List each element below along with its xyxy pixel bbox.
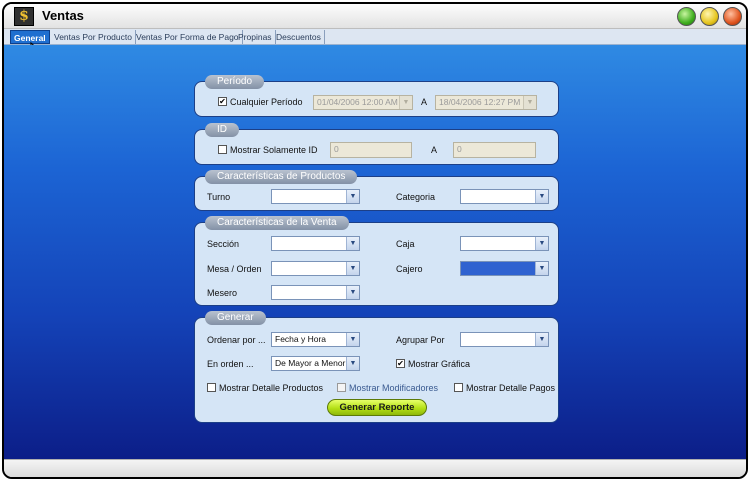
detalle-pagos-checkbox[interactable] xyxy=(454,383,463,392)
venta-group: Características de la Venta Sección ▼ Ca… xyxy=(194,216,559,306)
chevron-down-icon: ▼ xyxy=(535,237,548,250)
chevron-down-icon: ▼ xyxy=(346,357,359,370)
chevron-down-icon: ▼ xyxy=(346,262,359,275)
detalle-pagos-label: Mostrar Detalle Pagos xyxy=(466,383,556,393)
mostrar-grafica-checkbox[interactable]: ✔ xyxy=(396,359,405,368)
periodo-legend: Período xyxy=(205,75,265,89)
ventas-window: $ Ventas General Ventas Por Producto Ven… xyxy=(2,2,748,479)
modificadores-checkbox[interactable] xyxy=(337,383,346,392)
ordenar-por-value: Fecha y Hora xyxy=(275,334,327,344)
ordenar-por-label: Ordenar por ... xyxy=(207,335,266,345)
caja-label: Caja xyxy=(396,239,415,249)
mesa-orden-label: Mesa / Orden xyxy=(207,264,262,274)
mesero-label: Mesero xyxy=(207,288,238,298)
id-to-label: A xyxy=(431,145,438,155)
chevron-down-icon: ▼ xyxy=(346,286,359,299)
seccion-label: Sección xyxy=(207,239,240,249)
tab-propinas[interactable]: Propinas xyxy=(235,30,276,44)
cajero-label: Cajero xyxy=(396,264,423,274)
seccion-select[interactable]: ▼ xyxy=(271,236,360,251)
generar-reporte-button[interactable]: Generar Reporte xyxy=(327,399,427,416)
categoria-select[interactable]: ▼ xyxy=(460,189,549,204)
productos-group: Características de Productos Turno ▼ Cat… xyxy=(194,170,559,211)
ordenar-por-select[interactable]: Fecha y Hora ▼ xyxy=(271,332,360,347)
id-to-input[interactable]: 0 xyxy=(453,142,536,158)
id-legend: ID xyxy=(205,123,239,137)
period-to-label: A xyxy=(421,97,428,107)
chevron-down-icon: ▼ xyxy=(535,190,548,203)
report-content: Período ✔ Cualquier Período 01/04/2006 1… xyxy=(4,45,746,459)
mostrar-grafica-label: Mostrar Gráfica xyxy=(408,359,471,369)
window-red-button[interactable] xyxy=(723,7,742,26)
id-group: ID Mostrar Solamente ID 0 A 0 xyxy=(194,123,559,165)
venta-legend: Características de la Venta xyxy=(205,216,349,230)
only-id-label: Mostrar Solamente ID xyxy=(230,145,318,155)
chevron-down-icon: ▼ xyxy=(346,190,359,203)
chevron-down-icon: ▼ xyxy=(346,237,359,250)
en-orden-label: En orden ... xyxy=(207,359,254,369)
period-to-select[interactable]: 18/04/2006 12:27 PM ▼ xyxy=(435,95,537,110)
window-yellow-button[interactable] xyxy=(700,7,719,26)
en-orden-value: De Mayor a Menor xyxy=(275,358,346,368)
tab-descuentos[interactable]: Descuentos xyxy=(273,30,325,44)
any-period-label: Cualquier Período xyxy=(230,97,303,107)
turno-select[interactable]: ▼ xyxy=(271,189,360,204)
agrupar-por-select[interactable]: ▼ xyxy=(460,332,549,347)
app-dollar-icon: $ xyxy=(14,7,34,26)
caja-select[interactable]: ▼ xyxy=(460,236,549,251)
en-orden-select[interactable]: De Mayor a Menor ▼ xyxy=(271,356,360,371)
mesero-select[interactable]: ▼ xyxy=(271,285,360,300)
generar-legend: Generar xyxy=(205,311,266,325)
categoria-label: Categoria xyxy=(396,192,436,202)
periodo-group: Período ✔ Cualquier Período 01/04/2006 1… xyxy=(194,75,559,117)
chevron-down-icon: ▼ xyxy=(399,96,412,109)
cajero-select[interactable]: ▼ xyxy=(460,261,549,276)
tab-bar: General Ventas Por Producto Ventas Por F… xyxy=(4,29,746,45)
detalle-productos-checkbox[interactable] xyxy=(207,383,216,392)
window-title: Ventas xyxy=(42,8,84,23)
period-from-select[interactable]: 01/04/2006 12:00 AM ▼ xyxy=(313,95,413,110)
productos-legend: Características de Productos xyxy=(205,170,358,184)
generar-group: Generar Ordenar por ... Fecha y Hora ▼ A… xyxy=(194,311,559,423)
only-id-checkbox[interactable] xyxy=(218,145,227,154)
mesa-orden-select[interactable]: ▼ xyxy=(271,261,360,276)
any-period-checkbox[interactable]: ✔ xyxy=(218,97,227,106)
tab-ventas-por-forma-de-pago[interactable]: Ventas Por Forma de Pago xyxy=(133,30,243,44)
turno-label: Turno xyxy=(207,192,231,202)
window-green-button[interactable] xyxy=(677,7,696,26)
chevron-down-icon: ▼ xyxy=(346,333,359,346)
chevron-down-icon: ▼ xyxy=(535,262,548,275)
id-from-input[interactable]: 0 xyxy=(330,142,412,158)
period-from-value: 01/04/2006 12:00 AM xyxy=(317,97,398,107)
agrupar-por-label: Agrupar Por xyxy=(396,335,445,345)
chevron-down-icon: ▼ xyxy=(523,96,536,109)
title-bar: $ Ventas xyxy=(4,4,746,29)
tab-ventas-por-producto[interactable]: Ventas Por Producto xyxy=(51,30,136,44)
status-bar xyxy=(4,459,746,477)
modificadores-label: Mostrar Modificadores xyxy=(349,383,439,393)
chevron-down-icon: ▼ xyxy=(535,333,548,346)
detalle-productos-label: Mostrar Detalle Productos xyxy=(219,383,324,393)
period-to-value: 18/04/2006 12:27 PM xyxy=(439,97,521,107)
